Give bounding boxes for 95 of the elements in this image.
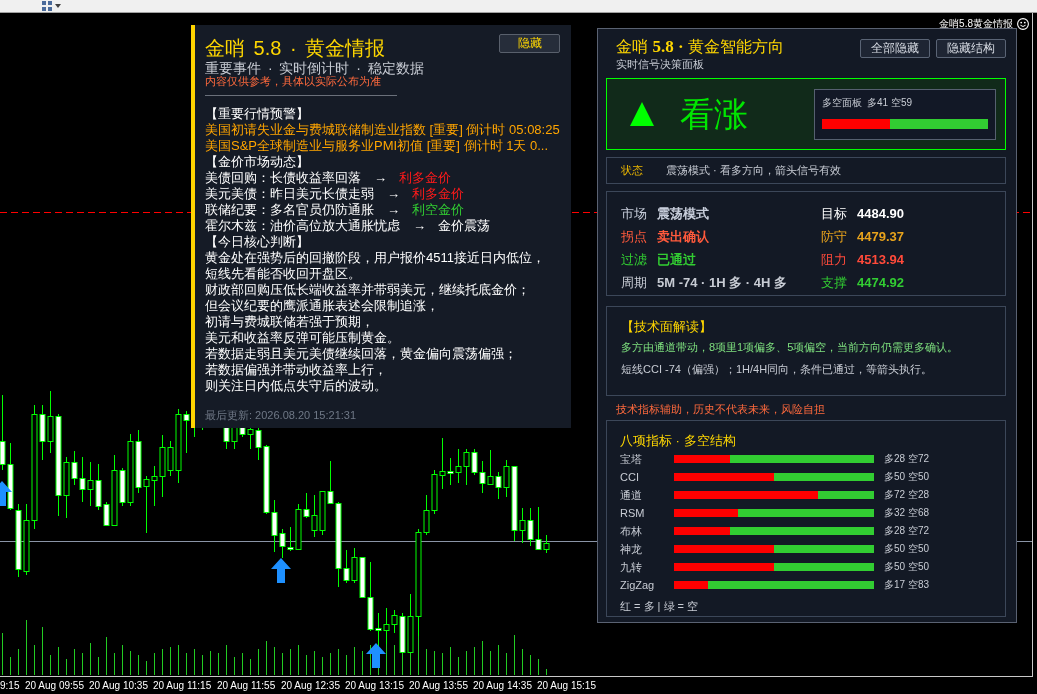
market-value: 5M -74 · 1H 多 · 4H 多 — [657, 273, 788, 292]
market-label: 防守 — [821, 227, 848, 246]
panel-title: 金哨 5.8 · 黄金情报 — [205, 36, 386, 61]
analysis-text: 短线CCI -74（偏强）；1H/4H同向，条件已通过，等箭头执行。 — [621, 362, 934, 377]
market-topic: 霍尔木兹：油价高位放大通胀忧虑 — [205, 218, 400, 234]
panel-button[interactable]: 隐藏结构 — [936, 39, 1006, 58]
time-label: 20 Aug 10:35 — [88, 678, 149, 693]
market-value: 4513.94 — [857, 252, 904, 267]
section-heading: 【今日核心判断】 — [205, 234, 310, 250]
analysis-line: 财政部回购压低长端收益率并带弱美元，继续托底金价； — [205, 282, 531, 298]
alert-text: 美国初请失业金与费城联储制造业指数 [重要] 倒计时 05:08:25 — [205, 122, 561, 138]
indicator-name: RSM — [620, 507, 646, 519]
market-topic: 美债回购：长债收益率回落 — [205, 170, 361, 186]
market-label: 目标 — [821, 204, 848, 223]
impact-label: 金价震荡 — [438, 218, 490, 234]
indicator-reading: 多50 空50 — [884, 470, 930, 484]
indicator-reading: 多50 空50 — [884, 560, 930, 574]
notice-text: 内容仅供参考，具体以实际公布为准 — [205, 75, 381, 88]
smiley-icon — [1017, 18, 1029, 30]
analysis-line: 但会议纪要的鹰派通胀表述会限制追涨， — [205, 298, 440, 314]
analysis-line: 黄金处在强势后的回撤阶段，用户报价4511接近日内低位， — [205, 250, 546, 266]
panel-button[interactable]: 全部隐藏 — [860, 39, 930, 58]
alert-text: 美国S&P全球制造业与服务业PMI初值 [重要] 倒计时 1天 0... — [205, 138, 550, 154]
time-label: 20 Aug 12:35 — [280, 678, 341, 693]
indicator-name: 通道 — [620, 487, 643, 503]
indicator-reading: 多17 空83 — [884, 578, 930, 592]
market-label: 支撑 — [821, 273, 848, 292]
analysis-line: 初请与费城联储若强于预期， — [205, 314, 375, 330]
arrow-symbol: → — [413, 218, 426, 234]
time-label: 20 Aug 11:55 — [216, 678, 277, 693]
up-arrow-icon — [271, 558, 291, 583]
impact-label: 利多金价 — [399, 170, 451, 186]
time-label: 20 Aug 13:55 — [408, 678, 469, 693]
time-label: 20 Aug 15:15 — [536, 678, 597, 693]
time-label: 20 Aug 13:15 — [344, 678, 405, 693]
market-value: 4484.90 — [857, 206, 904, 221]
analysis-line: 短线先看能否收回开盘区。 — [205, 266, 362, 282]
indicator-reading: 多50 空50 — [884, 542, 930, 556]
market-value: 震荡模式 — [657, 204, 709, 223]
indicator-reading: 多28 空72 — [884, 524, 930, 538]
arrow-symbol: → — [374, 170, 387, 186]
market-topic: 联储纪要：多名官员仍防通胀 — [205, 202, 374, 218]
time-label: 20 Aug 09:55 — [24, 678, 85, 693]
analysis-line: 则关注日内低点失守后的波动。 — [205, 378, 388, 394]
analysis-line: 美元和收益率反弹可能压制黄金。 — [205, 330, 401, 346]
market-label: 阻力 — [821, 250, 848, 269]
indicator-name: 神龙 — [620, 541, 643, 557]
analysis-text: 多方由通道带动，8项里1项偏多、5项偏空，当前方向仍需更多确认。 — [621, 340, 960, 355]
status-label: 状态 — [621, 163, 644, 178]
disclaimer-text: 技术指标辅助，历史不代表未来，风险自担 — [615, 402, 826, 416]
indicator-name: 布林 — [620, 523, 643, 539]
indicator-reading: 多72 空28 — [884, 488, 930, 502]
market-label: 拐点 — [621, 227, 648, 246]
panel-subtitle: 重要事件 · 实时倒计时 · 稳定数据 — [205, 61, 425, 75]
time-label: 20 Aug 14:35 — [472, 678, 533, 693]
indicator-name: CCI — [620, 471, 640, 483]
status-text: 震荡模式 · 看多方向，箭头信号有效 — [666, 163, 841, 178]
market-value: 4474.92 — [857, 275, 904, 290]
market-value: 卖出确认 — [657, 227, 709, 246]
balance-title: 多空面板 — [822, 96, 862, 109]
update-time: 最后更新: 2026.08.20 15:21:31 — [205, 408, 358, 423]
indicator-name: ZigZag — [620, 579, 656, 591]
time-label: 20 Aug 11:15 — [152, 678, 213, 693]
indicator-reading: 多28 空72 — [884, 452, 930, 466]
panel-subtitle: 实时信号决策面板 — [616, 57, 705, 71]
time-label: 9:15 — [0, 678, 21, 693]
balance-reading: 多41 空59 — [867, 96, 913, 109]
up-triangle-icon — [630, 102, 654, 126]
indicator-reading: 多32 空68 — [884, 506, 930, 520]
panel-title: 金哨 5.8 · 黄金智能方向 — [616, 36, 785, 57]
section-heading: 【重要行情预警】 — [205, 106, 310, 122]
indicator-name: 九转 — [620, 559, 643, 575]
signal-label: 看涨 — [680, 94, 749, 134]
grid-icon[interactable] — [42, 1, 52, 11]
market-label: 过滤 — [621, 250, 648, 269]
indicator-title: 八项指标 · 多空结构 — [620, 432, 737, 450]
legend-text: 红 = 多 | 绿 = 空 — [620, 599, 700, 613]
market-value: 已通过 — [657, 250, 696, 269]
market-topic: 美元美债：昨日美元长债走弱 — [205, 186, 374, 202]
analysis-line: 若数据偏强并带动收益率上行， — [205, 362, 388, 378]
hide-button[interactable]: 隐藏 — [499, 34, 560, 53]
analysis-heading: 【技术面解读】 — [621, 318, 713, 336]
up-arrow-icon — [366, 643, 386, 668]
arrow-symbol: → — [387, 186, 400, 202]
caret-icon[interactable] — [55, 4, 61, 8]
market-label: 市场 — [621, 204, 648, 223]
arrow-symbol: → — [387, 202, 400, 218]
indicator-name: 宝塔 — [620, 451, 643, 467]
market-label: 周期 — [621, 273, 648, 292]
market-value: 4479.37 — [857, 229, 904, 244]
analysis-line: 若数据走弱且美元美债继续回落，黄金偏向震荡偏强； — [205, 346, 518, 362]
section-heading: 【金价市场动态】 — [205, 154, 310, 170]
indicator-label: 金哨5.8黄金情报 — [939, 18, 1013, 30]
impact-label: 利空金价 — [412, 202, 464, 218]
impact-label: 利多金价 — [412, 186, 464, 202]
